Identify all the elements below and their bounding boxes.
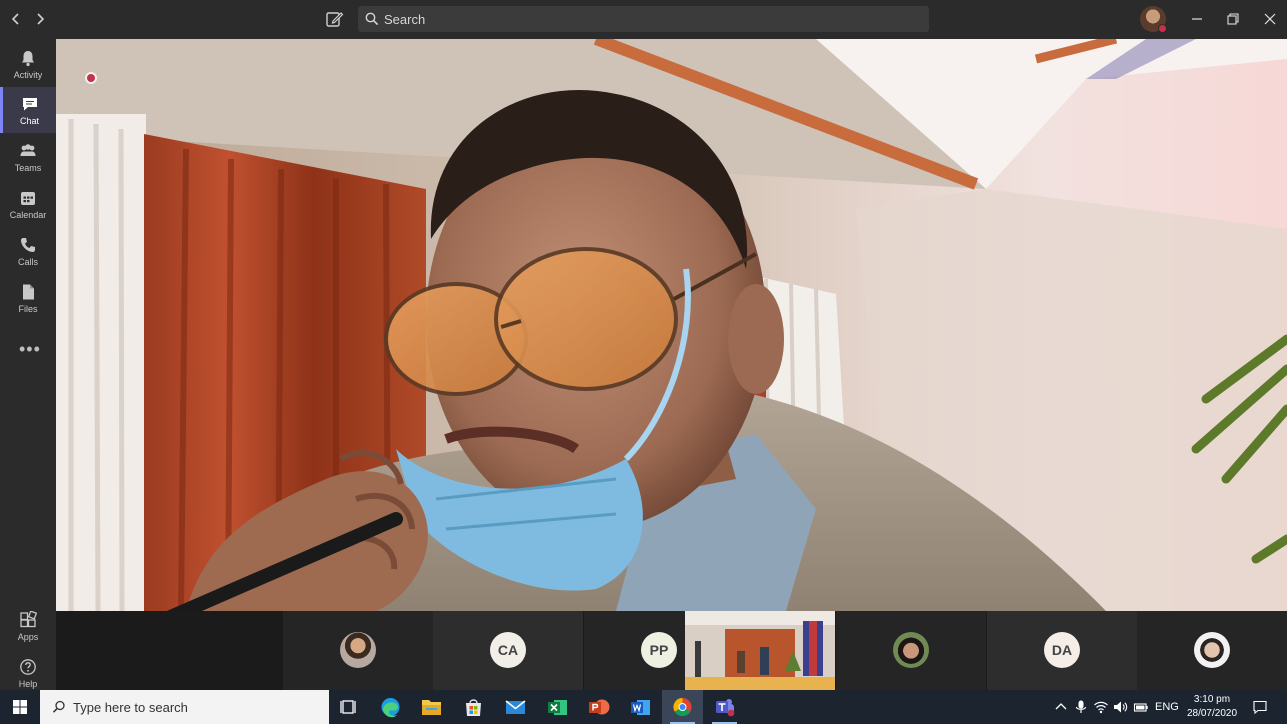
apps-icon — [20, 611, 37, 628]
rail-label: Apps — [17, 632, 39, 642]
participant-initials-avatar: CA — [490, 632, 526, 668]
windows-taskbar: Type here to search ENG 3:10 pm 28/07/20… — [0, 690, 1287, 724]
rail-item-calls[interactable]: Calls — [0, 228, 56, 274]
participant-tile[interactable] — [1137, 611, 1287, 690]
rail-label: Chat — [19, 116, 39, 126]
bell-icon — [22, 51, 34, 67]
taskbar-search-box[interactable]: Type here to search — [40, 690, 329, 724]
main-video-feed[interactable] — [56, 39, 1287, 611]
task-view-icon[interactable] — [329, 690, 370, 724]
battery-icon[interactable] — [1133, 699, 1149, 715]
participant-gallery: CA PP DA — [56, 611, 1287, 690]
participant-tile[interactable]: CA — [433, 611, 583, 690]
rail-item-files[interactable]: Files — [0, 275, 56, 321]
rail-item-chat[interactable]: Chat — [0, 87, 56, 133]
chrome-icon[interactable] — [662, 690, 703, 724]
participant-avatar — [340, 632, 376, 668]
microphone-icon[interactable] — [1073, 699, 1089, 715]
search-icon — [52, 700, 65, 713]
rail-label: Teams — [14, 163, 42, 173]
file-explorer-icon[interactable] — [411, 690, 452, 724]
rail-item-activity[interactable]: Activity — [0, 41, 56, 87]
close-icon[interactable] — [1256, 6, 1284, 32]
participant-video-frame — [685, 611, 835, 690]
word-icon[interactable] — [620, 690, 661, 724]
chat-icon — [22, 98, 37, 111]
forward-arrow-icon[interactable] — [29, 8, 51, 30]
wifi-icon[interactable] — [1093, 699, 1109, 715]
show-hidden-icons-icon[interactable] — [1053, 699, 1069, 715]
windows-start-icon[interactable] — [0, 690, 40, 724]
help-icon — [20, 659, 36, 675]
rail-item-apps[interactable]: Apps — [0, 603, 56, 649]
rail-item-teams[interactable]: Teams — [0, 134, 56, 180]
participant-initials-avatar: DA — [1044, 632, 1080, 668]
taskbar-search-placeholder: Type here to search — [73, 700, 188, 715]
presence-status-badge — [1158, 24, 1167, 33]
powerpoint-icon[interactable] — [578, 690, 619, 724]
teams-app-icon[interactable] — [704, 690, 745, 724]
volume-icon[interactable] — [1112, 699, 1128, 715]
recording-indicator — [85, 72, 97, 84]
rail-label: Files — [18, 304, 38, 314]
teams-window: Search Activity Chat Teams Calendar Call… — [0, 0, 1287, 724]
calendar-icon — [21, 192, 35, 205]
participant-tile[interactable] — [836, 611, 986, 690]
teams-icon — [20, 144, 36, 156]
rail-label: Activity — [13, 70, 43, 80]
participant-avatar — [1194, 632, 1230, 668]
compose-icon[interactable] — [323, 8, 345, 30]
phone-icon — [21, 238, 35, 252]
file-icon — [23, 284, 34, 300]
participant-tile[interactable]: DA — [987, 611, 1137, 690]
app-rail: Activity Chat Teams Calendar Calls Files… — [0, 39, 56, 690]
speaker-video-frame — [56, 39, 1287, 611]
back-arrow-icon[interactable] — [5, 8, 27, 30]
clock-time: 3:10 pm — [1193, 694, 1231, 705]
clock-date: 28/07/2020 — [1186, 708, 1238, 719]
title-bar: Search — [0, 0, 1287, 39]
input-language-indicator[interactable]: ENG — [1155, 701, 1179, 713]
participant-video-tile[interactable] — [685, 611, 835, 690]
rail-label: Calendar — [9, 210, 47, 220]
minimize-icon[interactable] — [1183, 6, 1211, 32]
taskbar-clock[interactable]: 3:10 pm 28/07/2020 — [1186, 693, 1238, 721]
edge-icon[interactable] — [370, 690, 411, 724]
rail-label: Help — [18, 679, 38, 689]
rail-label: Calls — [17, 257, 38, 267]
restore-icon[interactable] — [1219, 6, 1247, 32]
mail-icon[interactable] — [495, 690, 536, 724]
participant-avatar — [893, 632, 929, 668]
search-box[interactable]: Search — [358, 6, 929, 32]
store-icon[interactable] — [453, 690, 494, 724]
participant-initials-avatar: PP — [641, 632, 677, 668]
rail-item-calendar[interactable]: Calendar — [0, 181, 56, 227]
more-apps-icon[interactable]: ••• — [19, 339, 41, 360]
search-placeholder: Search — [384, 12, 426, 27]
excel-icon[interactable] — [537, 690, 578, 724]
search-icon — [365, 12, 379, 26]
notifications-icon[interactable] — [1252, 699, 1268, 715]
participant-tile[interactable] — [283, 611, 433, 690]
